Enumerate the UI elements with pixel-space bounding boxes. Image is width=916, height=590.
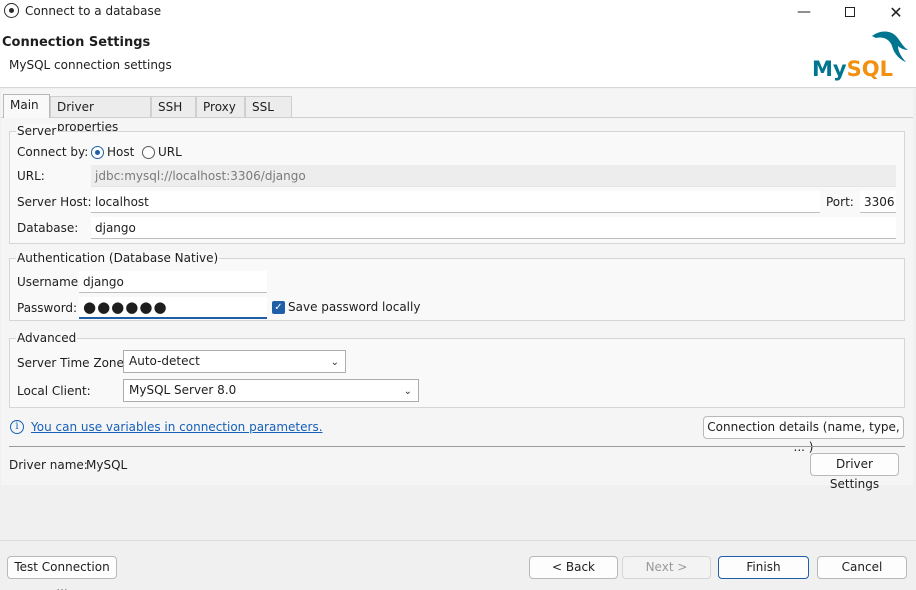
server-legend: Server	[16, 124, 58, 138]
url-radio-label[interactable]: URL	[158, 145, 182, 159]
username-field[interactable]: django	[79, 271, 267, 293]
maximize-icon[interactable]	[827, 0, 873, 24]
title-bar: Connect to a database — ✕	[0, 0, 916, 24]
url-radio[interactable]	[142, 146, 155, 159]
timezone-label: Server Time Zone:	[17, 356, 128, 370]
tab-driver-properties[interactable]: Driver properties	[50, 96, 151, 134]
dialog-header: Connection Settings MySQL connection set…	[0, 24, 916, 88]
advanced-legend: Advanced	[16, 331, 78, 345]
password-field[interactable]: ●●●●●●	[79, 297, 267, 319]
page-title: Connection Settings	[2, 35, 151, 50]
database-label: Database:	[17, 221, 79, 235]
test-connection-button[interactable]: Test Connection ...	[7, 556, 117, 590]
driver-settings-button[interactable]: Driver Settings	[810, 453, 899, 491]
minimize-icon[interactable]: —	[781, 0, 827, 24]
driver-name-label: Driver name:	[9, 458, 88, 472]
timezone-value: Auto-detect	[129, 354, 200, 368]
host-radio-label[interactable]: Host	[107, 145, 134, 159]
cancel-button[interactable]: Cancel	[817, 556, 907, 579]
auth-legend: Authentication (Database Native)	[16, 251, 220, 265]
database-field[interactable]: django	[91, 217, 896, 239]
local-client-select[interactable]: MySQL Server 8.0 ⌄	[123, 379, 419, 402]
server-host-label: Server Host:	[17, 195, 92, 209]
local-client-label: Local Client:	[17, 384, 91, 398]
close-icon[interactable]: ✕	[873, 0, 916, 24]
window-title: Connect to a database	[25, 4, 162, 18]
tab-proxy[interactable]: Proxy	[196, 96, 245, 117]
page-subtitle: MySQL connection settings	[9, 58, 172, 72]
variables-link[interactable]: You can use variables in connection para…	[31, 420, 323, 434]
url-label: URL:	[17, 169, 45, 183]
username-label: Username:	[17, 275, 83, 289]
tab-ssh[interactable]: SSH	[151, 96, 196, 117]
save-password-checkbox[interactable]: ✓	[272, 301, 285, 314]
next-button[interactable]: Next >	[622, 556, 711, 579]
server-host-field[interactable]: localhost	[91, 191, 820, 213]
info-icon: i	[10, 420, 24, 434]
tab-ssl[interactable]: SSL	[245, 96, 292, 117]
mysql-logo-my: MySQL	[812, 57, 893, 81]
chevron-down-icon: ⌄	[330, 357, 339, 368]
password-label: Password:	[17, 301, 78, 315]
save-password-label[interactable]: Save password locally	[288, 300, 420, 314]
connection-details-button[interactable]: Connection details (name, type, ... )	[703, 416, 904, 454]
finish-button[interactable]: Finish	[718, 556, 809, 579]
back-button[interactable]: < Back	[529, 556, 618, 579]
mysql-logo: MySQL	[812, 31, 908, 81]
url-field: jdbc:mysql://localhost:3306/django	[91, 165, 896, 187]
connect-by-label: Connect by:	[17, 145, 89, 159]
chevron-down-icon: ⌄	[403, 386, 412, 397]
port-field[interactable]: 3306	[860, 191, 896, 213]
tab-main[interactable]: Main	[3, 94, 50, 118]
app-icon	[4, 3, 19, 18]
timezone-select[interactable]: Auto-detect ⌄	[123, 350, 346, 373]
driver-name-value: MySQL	[86, 458, 128, 472]
port-label: Port:	[826, 195, 854, 209]
host-radio[interactable]	[91, 146, 104, 159]
local-client-value: MySQL Server 8.0	[129, 383, 237, 397]
